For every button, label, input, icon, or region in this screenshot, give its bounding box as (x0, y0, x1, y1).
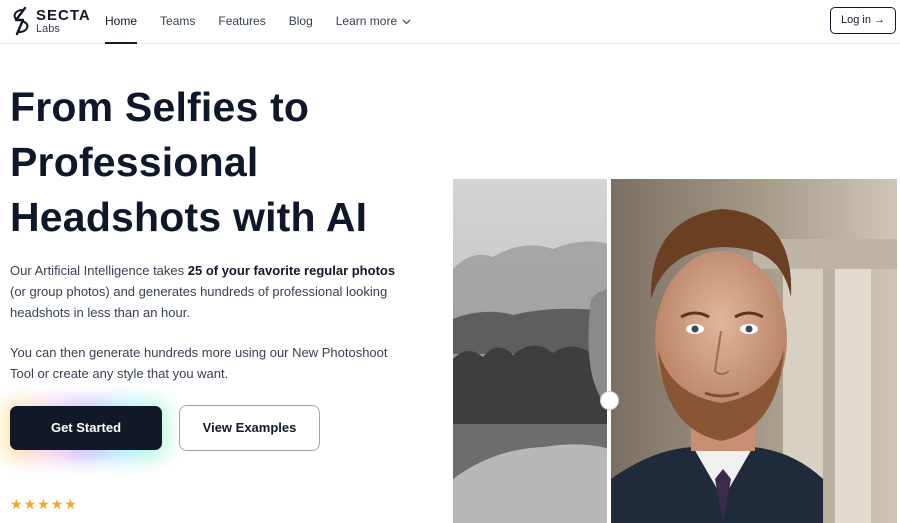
rating-stars: ★ ★ ★ ★ ★ (10, 496, 78, 512)
headshot-comparison-image (453, 179, 897, 523)
before-after-comparison (453, 179, 897, 523)
brand-logo[interactable]: SECTA Labs (10, 6, 91, 36)
star-icon: ★ (23, 496, 37, 512)
view-examples-button[interactable]: View Examples (179, 405, 320, 451)
top-navbar: SECTA Labs Home Teams Features Blog Lear… (0, 0, 900, 44)
nav-learn-more-label: Learn more (335, 14, 398, 28)
star-icon: ★ (64, 496, 77, 512)
hero-title: From Selfies to Professional Headshots w… (10, 80, 430, 245)
hero-description-start: Our Artificial Intelligence takes (10, 263, 188, 278)
hero-title-line: From Selfies to (10, 84, 310, 130)
nav-home[interactable]: Home (105, 0, 138, 44)
nav-features[interactable]: Features (218, 0, 265, 44)
chevron-down-icon (402, 2, 411, 44)
hero-title-line: Professional (10, 139, 259, 185)
nav-blog[interactable]: Blog (289, 0, 313, 44)
hero-description-end: (or group photos) and generates hundreds… (10, 284, 388, 320)
star-icon: ★ (50, 496, 64, 512)
secta-logo-icon (13, 6, 29, 36)
star-icon: ★ (37, 496, 50, 512)
get-started-button[interactable]: Get Started (10, 406, 162, 450)
hero-description-highlight: 25 of your favorite regular photos (187, 263, 396, 278)
comparison-slider-handle[interactable] (600, 391, 619, 410)
brand-subname: Labs (36, 22, 60, 35)
star-icon: ★ (10, 496, 23, 512)
login-button[interactable]: Log in → (830, 7, 896, 34)
hero-description: Our Artificial Intelligence takes 25 of … (10, 260, 410, 323)
brand-name: SECTA (36, 6, 91, 24)
hero-title-line: Headshots with AI (10, 194, 368, 240)
nav-teams[interactable]: Teams (160, 0, 195, 44)
nav-learn-more[interactable]: Learn more (336, 0, 411, 44)
comparison-divider[interactable] (607, 179, 611, 523)
hero-description-secondary: You can then generate hundreds more usin… (10, 345, 388, 381)
main-nav: Home Teams Features Blog Learn more (105, 0, 434, 44)
